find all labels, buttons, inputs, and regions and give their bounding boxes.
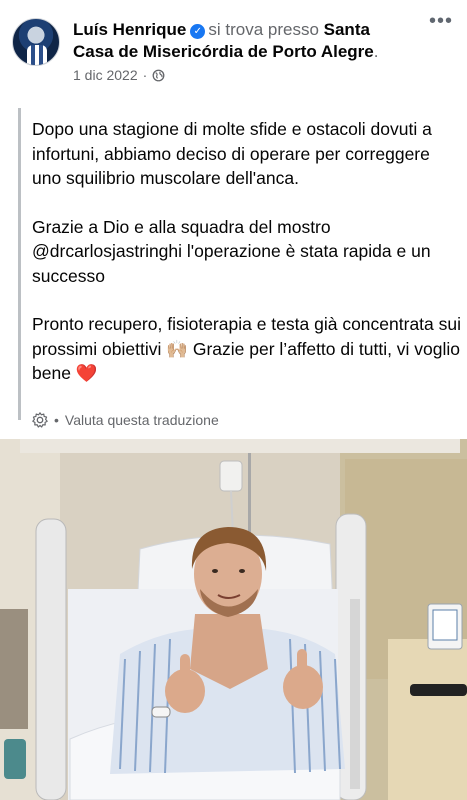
place-period: . xyxy=(373,42,379,61)
rate-translation-link[interactable]: Valuta questa traduzione xyxy=(65,412,219,428)
heart-emoji: ❤️ xyxy=(75,363,98,383)
post-paragraph-3: Pronto recupero, fisioterapia e testa gi… xyxy=(32,312,463,386)
post-header: Luís Henrique ✓ si trova presso Santa Casa… xyxy=(0,0,467,100)
post-date[interactable]: 1 dic 2022 xyxy=(73,67,138,83)
more-options-icon[interactable]: ••• xyxy=(429,11,453,31)
post-text: Dopo una stagione di molte sfide e ostac… xyxy=(18,108,463,420)
post-paragraph-2: Grazie a Dio e alla squadra del mostro @… xyxy=(32,216,431,286)
gear-icon[interactable] xyxy=(31,411,49,429)
meta-separator: · xyxy=(142,67,148,83)
hospital-photo-illustration xyxy=(0,439,467,800)
translation-row: • Valuta questa traduzione xyxy=(31,411,219,429)
verified-badge-icon: ✓ xyxy=(190,24,206,39)
author-name[interactable]: Luís Henrique xyxy=(73,20,186,39)
globe-icon[interactable] xyxy=(152,69,165,82)
post-paragraph-1: Dopo una stagione di molte sfide e ostac… xyxy=(32,119,432,188)
checkin-prefix: si trova presso xyxy=(208,20,319,39)
post-photo[interactable] xyxy=(0,439,467,800)
post-meta: 1 dic 2022 · xyxy=(73,67,165,83)
author-avatar[interactable] xyxy=(12,18,60,66)
post-header-text: Luís Henrique ✓ si trova presso Santa Casa… xyxy=(73,19,413,63)
translation-separator: • xyxy=(54,412,59,428)
